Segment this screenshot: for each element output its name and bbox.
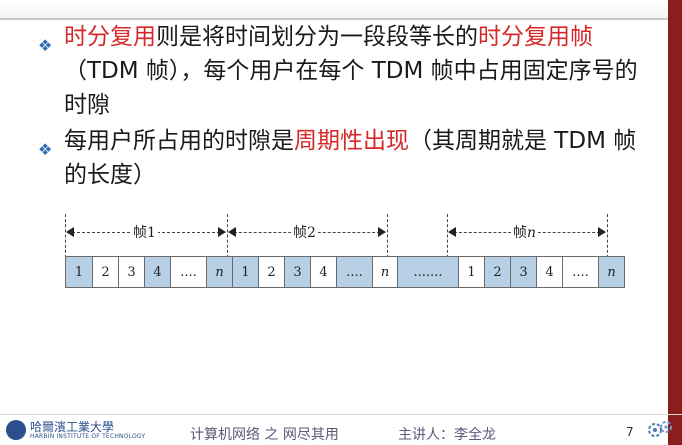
time-slot: 1 — [233, 257, 259, 287]
time-slot: 4 — [537, 257, 563, 287]
time-slot: 2 — [93, 257, 119, 287]
tdm-frame-diagram: 帧1 帧2 帧n 1 2 3 4 .... n 1 2 3 4 .... n .… — [65, 212, 625, 292]
bullet-text-part: （TDM 帧），每个用户在每个 TDM 帧中占用固定序号的时隙 — [64, 58, 638, 118]
time-slot: .... — [171, 257, 207, 287]
time-slot: 3 — [285, 257, 311, 287]
time-slot: n — [207, 257, 233, 287]
frame-label: 帧n — [511, 222, 539, 242]
time-slot: n — [373, 257, 398, 287]
term-periodic: 周期性出现 — [294, 128, 409, 154]
footer-divider — [0, 414, 682, 415]
time-slot: 2 — [259, 257, 285, 287]
time-slot: 4 — [145, 257, 171, 287]
time-slot: 2 — [485, 257, 511, 287]
frame-label: 帧2 — [291, 222, 318, 242]
page-number: 7 — [626, 425, 634, 439]
time-slot: 3 — [511, 257, 537, 287]
bullet-periodic-slots: ❖ 每用户所占用的时隙是周期性出现（其周期就是 TDM 帧的长度） — [38, 124, 638, 192]
time-slot: 1 — [66, 257, 93, 287]
university-name-en: HARBIN INSTITUTE OF TECHNOLOGY — [30, 433, 146, 440]
time-slot: 1 — [459, 257, 485, 287]
arrow-right-icon — [598, 227, 606, 237]
time-slot: n — [599, 257, 624, 287]
time-slot: 4 — [311, 257, 337, 287]
speaker-name: 主讲人：李全龙 — [398, 427, 496, 443]
term-time-division-multiplexing: 时分复用 — [64, 24, 156, 50]
slot-row: 1 2 3 4 .... n 1 2 3 4 .... n ....... 1 … — [65, 256, 625, 288]
network-gear-icon — [648, 421, 672, 437]
arrow-left-icon — [448, 227, 456, 237]
slide-content: ❖ 时分复用则是将时间划分为一段段等长的时分复用帧 （TDM 帧），每个用户在每个… — [38, 20, 638, 192]
bullet-tdm-definition: ❖ 时分复用则是将时间划分为一段段等长的时分复用帧 （TDM 帧），每个用户在每个… — [38, 20, 638, 122]
time-slot: .... — [563, 257, 599, 287]
bullet-text: 每用户所占用的时隙是周期性出现（其周期就是 TDM 帧的长度） — [64, 124, 638, 192]
bullet-text-part: 则是将时间划分为一段段等长的 — [156, 24, 478, 50]
bullet-text-part: 每用户所占用的时隙是 — [64, 128, 294, 154]
frame-boundary — [607, 214, 608, 258]
arrow-left-icon — [228, 227, 236, 237]
slide-top-bar — [0, 0, 682, 20]
course-title: 计算机网络 之 网尽其用 — [190, 427, 339, 443]
time-slot: .... — [337, 257, 373, 287]
bullet-diamond-icon: ❖ — [38, 140, 53, 159]
bullet-text: 时分复用则是将时间划分为一段段等长的时分复用帧 （TDM 帧），每个用户在每个 T… — [64, 20, 638, 122]
slide-right-accent-bar — [668, 0, 682, 445]
term-tdm-frame: 时分复用帧 — [478, 24, 593, 50]
gap-slot: ....... — [398, 257, 459, 287]
arrow-left-icon — [66, 227, 74, 237]
arrow-right-icon — [218, 227, 226, 237]
university-logo-icon — [6, 420, 26, 440]
frame-label: 帧1 — [131, 222, 158, 242]
bullet-diamond-icon: ❖ — [38, 36, 53, 55]
time-slot: 3 — [119, 257, 145, 287]
arrow-right-icon — [378, 227, 386, 237]
frame-boundary — [387, 214, 388, 258]
